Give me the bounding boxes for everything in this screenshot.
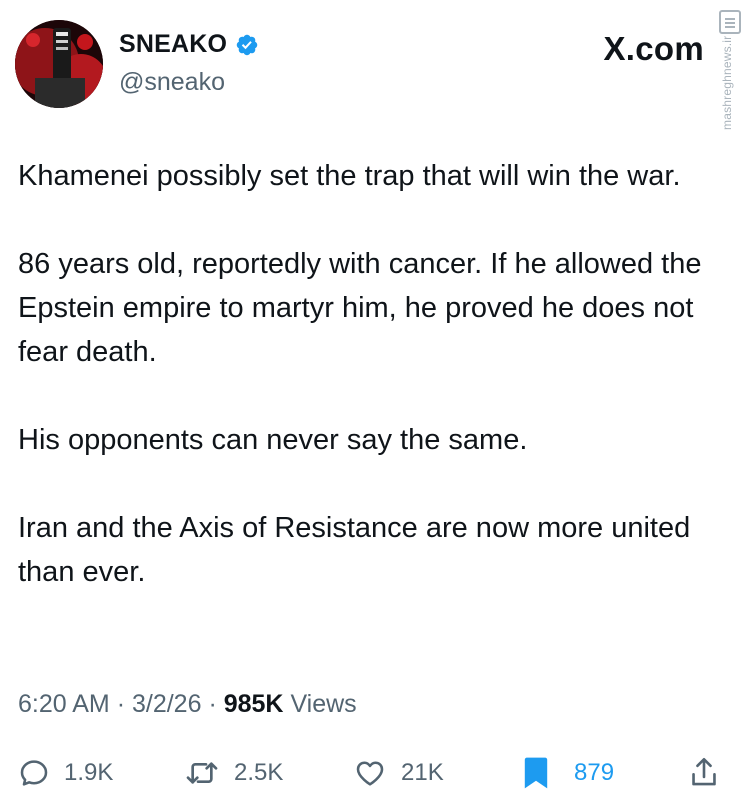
views-count: 985K [223,690,284,718]
meta-separator: · [208,690,217,718]
meta-separator: · [116,690,126,718]
tweet-paragraph: Khamenei possibly set the trap that will… [18,160,681,192]
retweet-icon [186,762,218,784]
reply-count: 1.9K [64,759,114,786]
bookmark-icon [524,757,548,789]
reply-icon [20,760,48,786]
watermark-text: mashreghnews.ir [720,35,734,130]
author-name-row: SNEAKO [119,30,259,59]
like-count: 21K [401,759,444,786]
verified-badge-icon [236,34,258,55]
retweet-button[interactable]: 2.5K [184,748,283,798]
heart-icon [356,761,384,786]
like-button[interactable]: 21K [353,748,444,798]
bookmark-count: 879 [574,759,615,786]
views-label: Views [290,690,357,718]
tweet-screenshot: SNEAKO @sneako X.com mashreghnews.ir Kha… [0,0,748,800]
tweet-action-bar: 1.9K 2.5K 21K 879 [0,748,748,798]
tweet-paragraph: 86 years old, reportedly with cancer. If… [18,248,702,368]
retweet-count: 2.5K [234,759,284,786]
watermark: mashreghnews.ir [714,10,746,130]
tweet-date[interactable]: 3/2/26 [132,690,202,718]
share-button[interactable] [688,748,720,798]
avatar[interactable] [15,20,103,108]
author-handle[interactable]: @sneako [119,68,225,97]
tweet-meta: 6:20 AM · 3/2/26 · 985K Views [18,690,357,719]
avatar-icon [15,20,103,108]
tweet-text: Khamenei possibly set the trap that will… [18,154,718,594]
reply-button[interactable]: 1.9K [18,748,113,798]
x-brand-wordmark: X.com [603,30,704,67]
share-icon [692,757,716,786]
bookmark-button[interactable]: 879 [522,748,614,798]
tweet-paragraph: Iran and the Axis of Resistance are now … [18,512,691,588]
tweet-time[interactable]: 6:20 AM [18,690,110,718]
author-display-name[interactable]: SNEAKO [119,30,227,59]
watermark-logo-icon [719,10,741,34]
tweet-paragraph: His opponents can never say the same. [18,424,528,456]
